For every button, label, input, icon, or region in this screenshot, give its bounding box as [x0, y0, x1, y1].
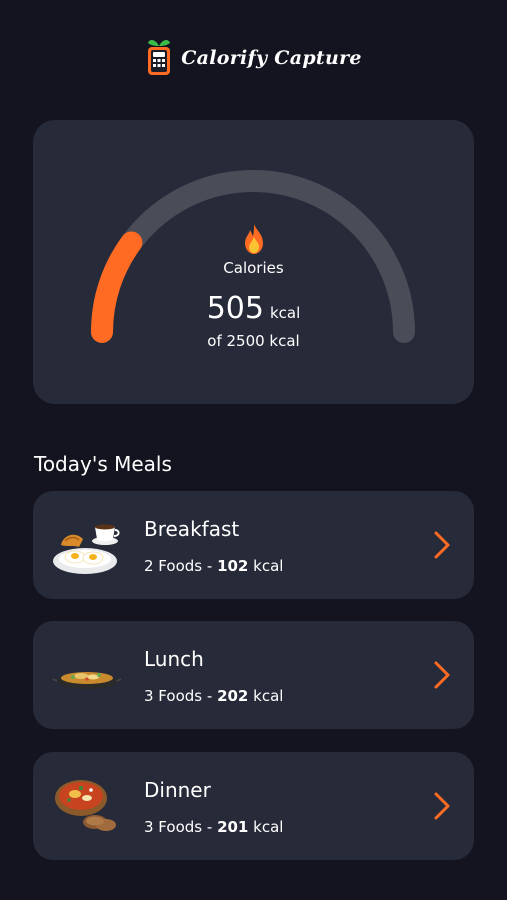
- meal-card-breakfast[interactable]: Breakfast 2 Foods - 102 kcal: [33, 491, 474, 599]
- meal-foods-count: 3 Foods: [144, 818, 203, 836]
- meal-separator: -: [202, 687, 218, 705]
- meal-summary: 2 Foods - 102 kcal: [144, 557, 283, 575]
- meal-card-dinner[interactable]: Dinner 3 Foods - 201 kcal: [33, 752, 474, 860]
- calorie-summary-card: Calories 505 kcal of 2500 kcal: [33, 120, 474, 404]
- calories-label: Calories: [223, 259, 284, 277]
- meal-kcal-unit: kcal: [248, 557, 284, 575]
- breakfast-plate-image: [53, 524, 120, 574]
- gauge-center: Calories 505 kcal of 2500 kcal: [33, 223, 474, 350]
- meal-separator: -: [202, 818, 218, 836]
- meal-kcal-value: 201: [217, 818, 249, 836]
- calories-goal: of 2500 kcal: [207, 332, 300, 350]
- todays-meals-title: Today's Meals: [34, 452, 172, 476]
- chevron-right-icon[interactable]: [432, 659, 452, 691]
- dinner-stew-image: [55, 780, 116, 831]
- meal-card-lunch[interactable]: Lunch 3 Foods - 202 kcal: [33, 621, 474, 729]
- app-header: Calorify Capture: [0, 36, 507, 80]
- calories-unit: kcal: [269, 304, 301, 322]
- chevron-right-icon[interactable]: [432, 790, 452, 822]
- meal-summary: 3 Foods - 202 kcal: [144, 687, 283, 705]
- app-logo-icon: [148, 39, 171, 75]
- fire-icon: [244, 224, 263, 254]
- lunch-bowl-image: [52, 672, 122, 689]
- meal-foods-count: 3 Foods: [144, 687, 203, 705]
- meal-name: Dinner: [144, 778, 211, 802]
- meal-separator: -: [202, 557, 218, 575]
- meal-name: Lunch: [144, 647, 204, 671]
- meal-kcal-unit: kcal: [248, 687, 284, 705]
- chevron-right-icon[interactable]: [432, 529, 452, 561]
- calories-value: 505: [206, 291, 264, 326]
- meal-summary: 3 Foods - 201 kcal: [144, 818, 283, 836]
- meal-kcal-unit: kcal: [248, 818, 284, 836]
- calories-value-row: 505 kcal: [33, 291, 474, 326]
- app-title: Calorify Capture: [181, 47, 362, 69]
- meal-foods-count: 2 Foods: [144, 557, 203, 575]
- meal-name: Breakfast: [144, 517, 240, 541]
- meal-kcal-value: 202: [217, 687, 249, 705]
- meal-kcal-value: 102: [217, 557, 249, 575]
